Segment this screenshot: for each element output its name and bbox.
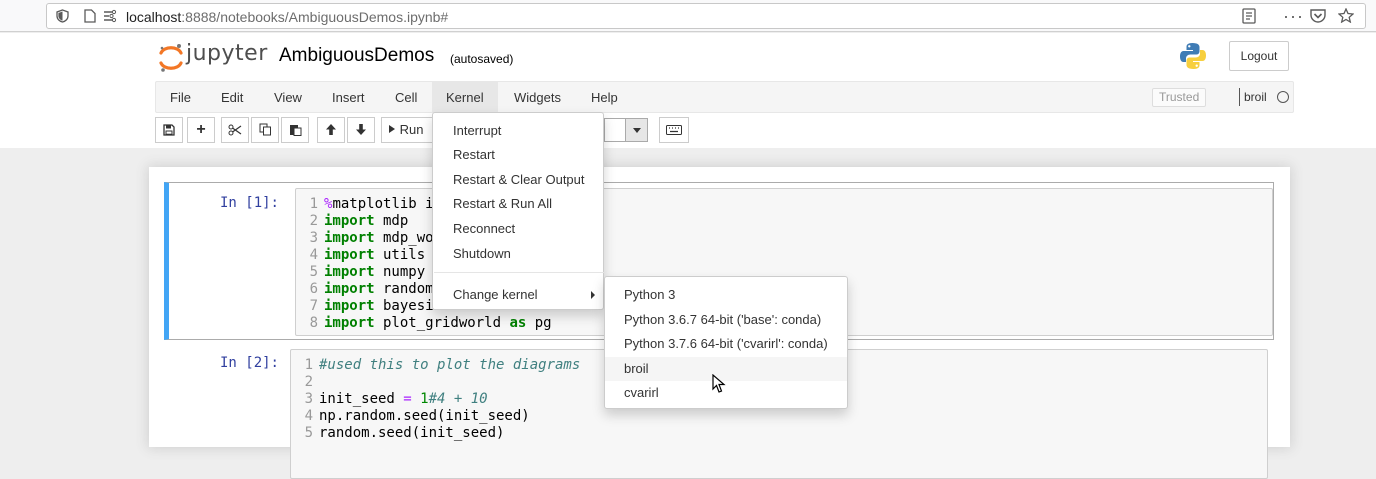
run-button[interactable]: Run [381, 117, 433, 143]
menu-item-restart[interactable]: Restart [433, 143, 603, 167]
cell-prompt: In [1]: [219, 195, 279, 211]
kernel-option-python3[interactable]: Python 3 [605, 283, 847, 307]
change-kernel-label: Change kernel [453, 287, 538, 302]
keyboard-icon [666, 125, 682, 135]
bookmark-star-icon[interactable] [1337, 7, 1355, 27]
move-down-button[interactable] [347, 117, 375, 143]
notebook-header: jupyter AmbiguousDemos (autosaved) Logou… [0, 33, 1376, 148]
menu-file[interactable]: File [156, 82, 205, 113]
menu-view[interactable]: View [260, 82, 316, 113]
caret-right-icon [591, 291, 595, 299]
line-number: 8 [309, 315, 318, 331]
url-text[interactable]: localhost:8888/notebooks/AmbiguousDemos.… [126, 9, 448, 25]
kernel-indicator-divider [1239, 88, 1240, 106]
move-up-button[interactable] [317, 117, 345, 143]
command-palette-button[interactable] [659, 117, 689, 143]
trusted-indicator[interactable]: Trusted [1152, 88, 1207, 107]
browser-toolbar: localhost:8888/notebooks/AmbiguousDemos.… [0, 0, 1376, 32]
reader-view-icon[interactable] [1242, 8, 1256, 28]
code-line[interactable]: 4 np.random.seed(init_seed) [291, 408, 1267, 425]
kernel-option-cvarirl[interactable]: cvarirl [605, 381, 847, 405]
kernel-menu-dropdown: Interrupt Restart Restart & Clear Output… [432, 112, 604, 310]
code-text: import numpy [324, 264, 426, 280]
menu-kernel[interactable]: Kernel [432, 82, 498, 113]
code-text: import bayesi [324, 298, 434, 314]
save-button[interactable] [155, 117, 183, 143]
kernel-idle-icon [1277, 91, 1289, 103]
kernel-option-python367-base[interactable]: Python 3.6.7 64-bit ('base': conda) [605, 308, 847, 332]
url-path: :8888/notebooks/AmbiguousDemos.ipynb# [181, 9, 449, 25]
url-host: localhost [126, 9, 182, 25]
menu-item-reconnect[interactable]: Reconnect [433, 217, 603, 241]
line-number: 3 [309, 230, 318, 246]
code-text: %matplotlib i [324, 196, 434, 212]
line-number: 3 [304, 391, 313, 407]
jupyter-logo-icon[interactable] [158, 43, 184, 73]
menu-item-restart-run-all[interactable]: Restart & Run All [433, 192, 603, 216]
cell-prompt: In [2]: [219, 355, 279, 371]
line-number: 2 [304, 374, 313, 390]
menu-divider [434, 272, 604, 273]
menu-edit[interactable]: Edit [207, 82, 257, 113]
paste-button[interactable] [281, 117, 309, 143]
code-text: import utils [324, 247, 426, 263]
code-line[interactable]: 5 random.seed(init_seed) [291, 425, 1267, 442]
line-number: 1 [309, 196, 318, 212]
line-number: 4 [304, 408, 313, 424]
run-icon [389, 125, 395, 133]
code-text: import random [324, 281, 434, 297]
line-number: 1 [304, 357, 313, 373]
code-text: import mdp_wo [324, 230, 434, 246]
chevron-down-icon [625, 119, 647, 141]
code-text: init_seed = 1#4 + 10 [319, 391, 488, 407]
code-text: #used this to plot the diagrams [319, 357, 581, 373]
code-text: import plot_gridworld as pg [324, 315, 552, 331]
python-logo-icon [1178, 41, 1208, 71]
line-number: 5 [309, 264, 318, 280]
jupyter-logo-text[interactable]: jupyter [186, 41, 268, 66]
autosave-status: (autosaved) [450, 52, 514, 66]
notebook-title[interactable]: AmbiguousDemos [279, 45, 434, 67]
cell-type-select[interactable] [604, 118, 648, 142]
menu-item-shutdown[interactable]: Shutdown [433, 242, 603, 266]
code-text: import mdp [324, 213, 409, 229]
change-kernel-submenu: Python 3 Python 3.6.7 64-bit ('base': co… [604, 276, 848, 409]
line-number: 6 [309, 281, 318, 297]
page-actions-icon[interactable]: ··· [1283, 6, 1304, 27]
menubar: File Edit View Insert Cell Kernel Widget… [155, 81, 1294, 113]
insert-cell-button[interactable]: + [187, 117, 215, 143]
menu-help[interactable]: Help [577, 82, 632, 113]
line-number: 7 [309, 298, 318, 314]
menu-widgets[interactable]: Widgets [500, 82, 575, 113]
menu-cell[interactable]: Cell [381, 82, 431, 113]
kernel-name-label[interactable]: broil [1244, 90, 1267, 104]
code-text: np.random.seed(init_seed) [319, 408, 530, 424]
copy-button[interactable] [251, 117, 279, 143]
code-text: random.seed(init_seed) [319, 425, 505, 441]
kernel-option-broil[interactable]: broil [605, 357, 847, 381]
mouse-cursor-icon [712, 374, 726, 393]
pocket-icon[interactable] [1310, 8, 1326, 27]
logout-button[interactable]: Logout [1229, 41, 1289, 71]
menu-item-interrupt[interactable]: Interrupt [433, 119, 603, 143]
cut-button[interactable] [221, 117, 249, 143]
menu-item-restart-clear-output[interactable]: Restart & Clear Output [433, 168, 603, 192]
kernel-option-python376-cvarirl[interactable]: Python 3.7.6 64-bit ('cvarirl': conda) [605, 332, 847, 356]
url-bar[interactable]: localhost:8888/notebooks/AmbiguousDemos.… [46, 3, 1366, 29]
menu-insert[interactable]: Insert [318, 82, 379, 113]
run-label: Run [399, 122, 424, 137]
menu-item-change-kernel[interactable]: Change kernel [433, 283, 603, 307]
line-number: 5 [304, 425, 313, 441]
shield-icon[interactable] [55, 9, 69, 23]
page-icon [83, 9, 97, 23]
permissions-icon[interactable] [103, 9, 117, 23]
line-number: 2 [309, 213, 318, 229]
line-number: 4 [309, 247, 318, 263]
